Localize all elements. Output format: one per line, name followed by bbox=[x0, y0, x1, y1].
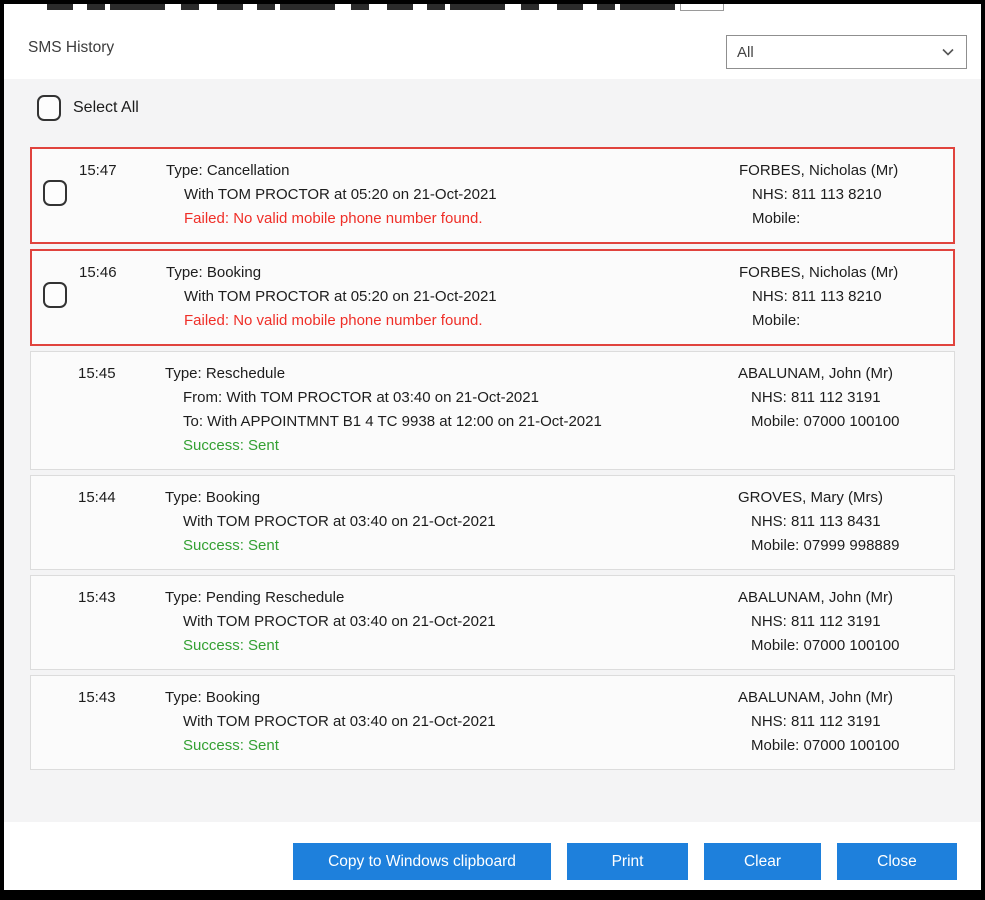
record-time: 15:43 bbox=[78, 586, 165, 658]
record-patient-details: FORBES, Nicholas (Mr) NHS: 811 113 8210 … bbox=[739, 261, 898, 333]
patient-mobile-number: Mobile: bbox=[739, 207, 898, 231]
sms-record-row: 15:43 Type: Pending RescheduleWith TOM P… bbox=[30, 575, 955, 670]
record-time: 15:46 bbox=[79, 261, 166, 333]
patient-mobile-number: Mobile: 07000 100100 bbox=[738, 734, 899, 758]
record-checkbox-slot bbox=[43, 282, 67, 308]
select-all-checkbox[interactable] bbox=[37, 95, 61, 121]
sms-record-row: 15:44 Type: BookingWith TOM PROCTOR at 0… bbox=[30, 475, 955, 570]
patient-nhs-number: NHS: 811 112 3191 bbox=[738, 710, 899, 734]
patient-nhs-number: NHS: 811 112 3191 bbox=[738, 386, 899, 410]
record-checkbox[interactable] bbox=[43, 282, 67, 308]
sms-record-row: 15:43 Type: BookingWith TOM PROCTOR at 0… bbox=[30, 675, 955, 770]
patient-mobile-number: Mobile: 07000 100100 bbox=[738, 634, 899, 658]
sms-record-row: 15:46 Type: BookingWith TOM PROCTOR at 0… bbox=[30, 249, 955, 346]
filter-dropdown-value: All bbox=[737, 44, 940, 61]
print-button[interactable]: Print bbox=[567, 843, 688, 880]
record-patient-details: ABALUNAM, John (Mr) NHS: 811 112 3191 Mo… bbox=[738, 686, 899, 758]
record-patient-details: FORBES, Nicholas (Mr) NHS: 811 113 8210 … bbox=[739, 159, 898, 231]
patient-name: FORBES, Nicholas (Mr) bbox=[739, 261, 898, 285]
record-time: 15:47 bbox=[79, 159, 166, 231]
record-patient-details: ABALUNAM, John (Mr) NHS: 811 112 3191 Mo… bbox=[738, 586, 899, 658]
patient-mobile-number: Mobile: 07000 100100 bbox=[738, 410, 899, 434]
select-all-label: Select All bbox=[73, 99, 139, 117]
patient-name: ABALUNAM, John (Mr) bbox=[738, 586, 899, 610]
sms-record-list: 15:47 Type: CancellationWith TOM PROCTOR… bbox=[30, 147, 955, 770]
close-button[interactable]: Close bbox=[837, 843, 957, 880]
filter-dropdown[interactable]: All bbox=[726, 35, 967, 69]
patient-nhs-number: NHS: 811 113 8210 bbox=[739, 285, 898, 309]
dialog-footer: Copy to Windows clipboard Print Clear Cl… bbox=[4, 822, 981, 890]
patient-name: ABALUNAM, John (Mr) bbox=[738, 362, 899, 386]
select-all-row: Select All bbox=[37, 95, 139, 121]
record-checkbox[interactable] bbox=[43, 180, 67, 206]
dialog-body: Select All 15:47 Type: CancellationWith … bbox=[4, 79, 981, 822]
record-patient-details: ABALUNAM, John (Mr) NHS: 811 112 3191 Mo… bbox=[738, 362, 899, 434]
patient-nhs-number: NHS: 811 113 8210 bbox=[739, 183, 898, 207]
clear-button[interactable]: Clear bbox=[704, 843, 821, 880]
cut-off-box-fragment bbox=[680, 4, 724, 11]
record-time: 15:43 bbox=[78, 686, 165, 758]
record-patient-details: GROVES, Mary (Mrs) NHS: 811 113 8431 Mob… bbox=[738, 486, 899, 558]
cut-off-content-fragments bbox=[4, 4, 981, 13]
record-time: 15:44 bbox=[78, 486, 165, 558]
dialog-header: SMS History All bbox=[4, 13, 981, 79]
chevron-down-icon bbox=[940, 44, 956, 60]
sms-record-row: 15:45 Type: RescheduleFrom: With TOM PRO… bbox=[30, 351, 955, 470]
record-status-line: Success: Sent bbox=[165, 434, 954, 458]
patient-name: ABALUNAM, John (Mr) bbox=[738, 686, 899, 710]
patient-name: GROVES, Mary (Mrs) bbox=[738, 486, 899, 510]
page-title: SMS History bbox=[28, 39, 114, 57]
patient-name: FORBES, Nicholas (Mr) bbox=[739, 159, 898, 183]
patient-nhs-number: NHS: 811 113 8431 bbox=[738, 510, 899, 534]
record-time: 15:45 bbox=[78, 362, 165, 458]
patient-mobile-number: Mobile: 07999 998889 bbox=[738, 534, 899, 558]
copy-to-clipboard-button[interactable]: Copy to Windows clipboard bbox=[293, 843, 551, 880]
sms-history-dialog: SMS History All Select All 15:47 Type: C… bbox=[4, 4, 981, 890]
patient-nhs-number: NHS: 811 112 3191 bbox=[738, 610, 899, 634]
sms-record-row: 15:47 Type: CancellationWith TOM PROCTOR… bbox=[30, 147, 955, 244]
patient-mobile-number: Mobile: bbox=[739, 309, 898, 333]
cut-off-text-fragment bbox=[47, 4, 687, 10]
record-checkbox-slot bbox=[43, 180, 67, 206]
